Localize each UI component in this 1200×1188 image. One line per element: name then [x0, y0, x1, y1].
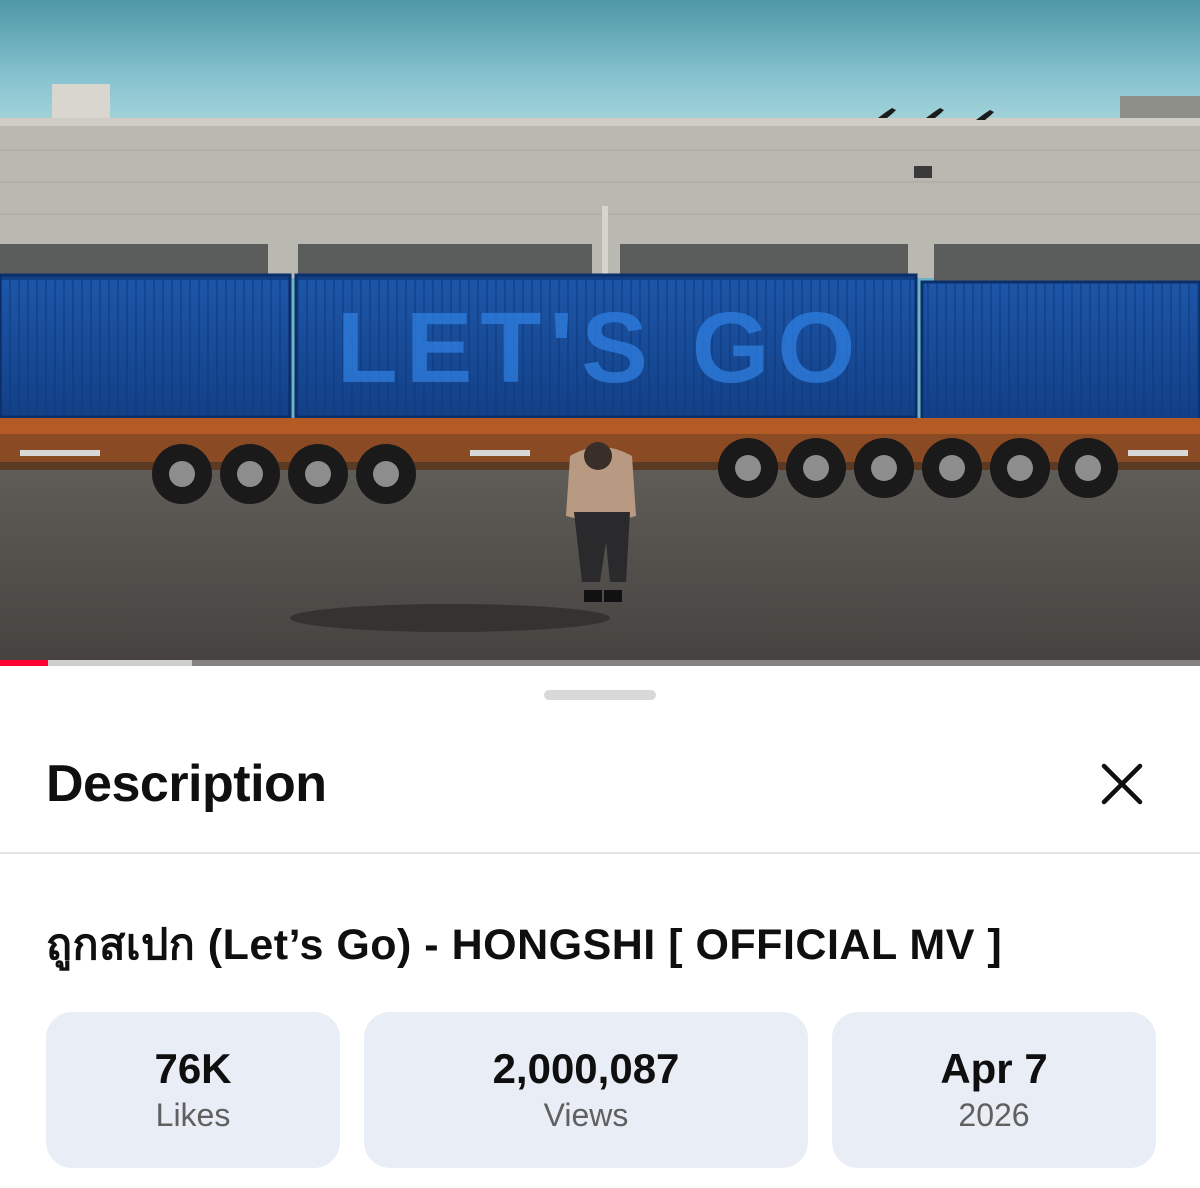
close-button[interactable]	[1090, 752, 1154, 816]
video-player[interactable]: LET'S GO	[0, 0, 1200, 666]
views-label: Views	[543, 1096, 629, 1133]
sheet-title: Description	[46, 755, 327, 813]
close-icon	[1101, 763, 1143, 805]
overlay-text: LET'S GO	[337, 292, 864, 404]
video-frame: LET'S GO	[0, 0, 1200, 666]
likes-count: 76K	[154, 1044, 232, 1092]
upload-year: 2026	[958, 1096, 1030, 1133]
views-stat: 2,000,087 Views	[364, 1012, 808, 1168]
likes-label: Likes	[155, 1096, 231, 1133]
description-sheet: Description ถูกสเปก (Let’s Go) - HONGSHI…	[0, 666, 1200, 1188]
divider	[0, 852, 1200, 854]
likes-stat: 76K Likes	[46, 1012, 340, 1168]
upload-date: Apr 7	[940, 1044, 1048, 1092]
video-title: ถูกสเปก (Let’s Go) - HONGSHI [ OFFICIAL …	[46, 921, 1003, 969]
views-count: 2,000,087	[492, 1044, 680, 1092]
drag-handle[interactable]	[544, 690, 656, 700]
upload-date-stat: Apr 7 2026	[832, 1012, 1156, 1168]
